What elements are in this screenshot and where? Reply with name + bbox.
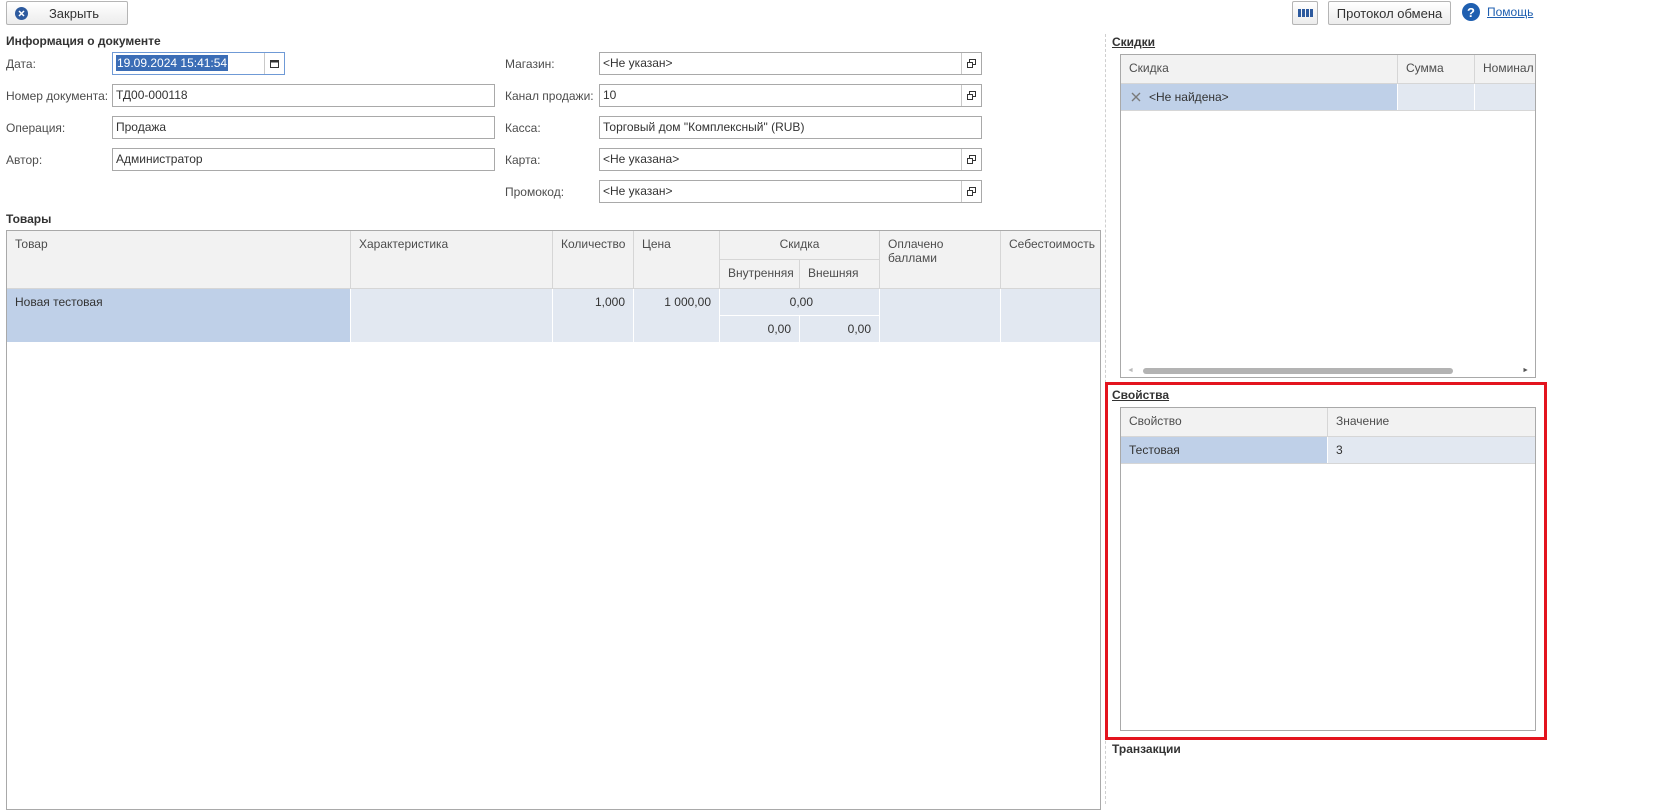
promo-open-button[interactable]: [961, 181, 981, 202]
cell-discount-sum[interactable]: [1398, 84, 1475, 110]
help-icon[interactable]: ?: [1462, 3, 1480, 21]
scroll-left-arrow[interactable]: ◄: [1127, 367, 1134, 374]
col-paid-points[interactable]: Оплачено баллами: [880, 231, 1001, 289]
cell-discount-nominal[interactable]: [1475, 84, 1535, 110]
calendar-icon: [270, 60, 279, 68]
store-value: <Не указан>: [603, 56, 673, 70]
card-field[interactable]: <Не указана>: [599, 148, 982, 171]
open-icon: [967, 187, 976, 196]
promo-value: <Не указан>: [603, 184, 673, 198]
channel-label: Канал продажи:: [505, 89, 594, 103]
scroll-right-arrow[interactable]: ►: [1522, 367, 1529, 374]
close-button-label: Закрыть: [48, 5, 100, 21]
cell-value[interactable]: 3: [1328, 437, 1535, 463]
operation-field[interactable]: Продажа: [112, 116, 495, 139]
open-icon: [967, 155, 976, 164]
columns-settings-button[interactable]: [1292, 1, 1318, 25]
open-icon: [967, 59, 976, 68]
cell-discount-internal[interactable]: 0,00: [720, 316, 800, 342]
operation-label: Операция:: [6, 121, 66, 135]
table-row[interactable]: <Не найдена>: [1121, 84, 1535, 111]
open-icon: [967, 91, 976, 100]
channel-field[interactable]: 10: [599, 84, 982, 107]
discount-name-text: <Не найдена>: [1149, 90, 1229, 104]
cell-characteristic[interactable]: [351, 289, 553, 342]
col-quantity[interactable]: Количество: [553, 231, 634, 289]
discounts-title[interactable]: Скидки: [1112, 35, 1155, 49]
goods-table[interactable]: Товар Характеристика Количество Цена Ски…: [6, 230, 1101, 810]
store-label: Магазин:: [505, 57, 555, 71]
columns-icon: [1297, 9, 1313, 17]
cell-cost[interactable]: [1001, 289, 1100, 342]
author-label: Автор:: [6, 153, 43, 167]
properties-table[interactable]: Свойство Значение Тестовая 3: [1120, 407, 1536, 731]
cell-item[interactable]: Новая тестовая: [7, 289, 351, 342]
cell-discount-name[interactable]: <Не найдена>: [1121, 84, 1398, 110]
cell-paid-points[interactable]: [880, 289, 1001, 342]
cell-price[interactable]: 1 000,00: [634, 289, 720, 342]
goods-title: Товары: [6, 212, 52, 226]
discounts-table[interactable]: Скидка Сумма Номинал <Не найдена> ◄ ►: [1120, 54, 1536, 378]
calendar-button[interactable]: [264, 53, 284, 74]
col-property[interactable]: Свойство: [1121, 408, 1328, 437]
col-characteristic[interactable]: Характеристика: [351, 231, 553, 289]
cell-discount[interactable]: 0,00: [720, 289, 880, 316]
channel-value: 10: [603, 88, 617, 102]
table-row[interactable]: Тестовая 3: [1121, 437, 1535, 464]
exchange-log-button[interactable]: Протокол обмена: [1328, 1, 1451, 25]
number-label: Номер документа:: [6, 89, 109, 103]
promo-label: Промокод:: [505, 185, 565, 199]
cashbox-label: Касса:: [505, 121, 541, 135]
not-found-icon: [1131, 92, 1141, 102]
close-button[interactable]: Закрыть: [6, 1, 128, 25]
col-discount-name[interactable]: Скидка: [1121, 55, 1398, 84]
scroll-thumb[interactable]: [1143, 368, 1453, 374]
cell-quantity[interactable]: 1,000: [553, 289, 634, 342]
col-discount-sum[interactable]: Сумма: [1398, 55, 1475, 84]
col-discount-nominal[interactable]: Номинал: [1475, 55, 1535, 84]
col-value[interactable]: Значение: [1328, 408, 1535, 437]
properties-title[interactable]: Свойства: [1112, 388, 1169, 402]
card-value: <Не указана>: [603, 152, 680, 166]
cell-discount-external[interactable]: 0,00: [800, 316, 880, 342]
col-price[interactable]: Цена: [634, 231, 720, 289]
horizontal-scrollbar[interactable]: ◄ ►: [1121, 365, 1535, 377]
card-label: Карта:: [505, 153, 541, 167]
col-discount[interactable]: Скидка: [720, 231, 880, 260]
col-discount-internal[interactable]: Внутренняя: [720, 260, 800, 289]
author-field[interactable]: Администратор: [112, 148, 495, 171]
col-discount-external[interactable]: Внешняя: [800, 260, 880, 289]
help-link[interactable]: Помощь: [1487, 5, 1533, 19]
date-value: 19.09.2024 15:41:54: [116, 55, 229, 71]
store-field[interactable]: <Не указан>: [599, 52, 982, 75]
col-item[interactable]: Товар: [7, 231, 351, 289]
col-cost[interactable]: Себестоимость: [1001, 231, 1100, 289]
card-open-button[interactable]: [961, 149, 981, 170]
transactions-title[interactable]: Транзакции: [1112, 742, 1181, 756]
close-icon: [15, 7, 28, 20]
store-open-button[interactable]: [961, 53, 981, 74]
date-field[interactable]: 19.09.2024 15:41:54: [112, 52, 285, 75]
cell-property[interactable]: Тестовая: [1121, 437, 1328, 463]
promo-field[interactable]: <Не указан>: [599, 180, 982, 203]
channel-open-button[interactable]: [961, 85, 981, 106]
doc-info-title: Информация о документе: [6, 34, 161, 48]
table-row[interactable]: Новая тестовая 1,000 1 000,00 0,00 0,00 …: [7, 289, 1100, 342]
number-field[interactable]: ТД00-000118: [112, 84, 495, 107]
date-label: Дата:: [6, 57, 36, 71]
cashbox-field[interactable]: Торговый дом "Комплексный" (RUB): [599, 116, 982, 139]
